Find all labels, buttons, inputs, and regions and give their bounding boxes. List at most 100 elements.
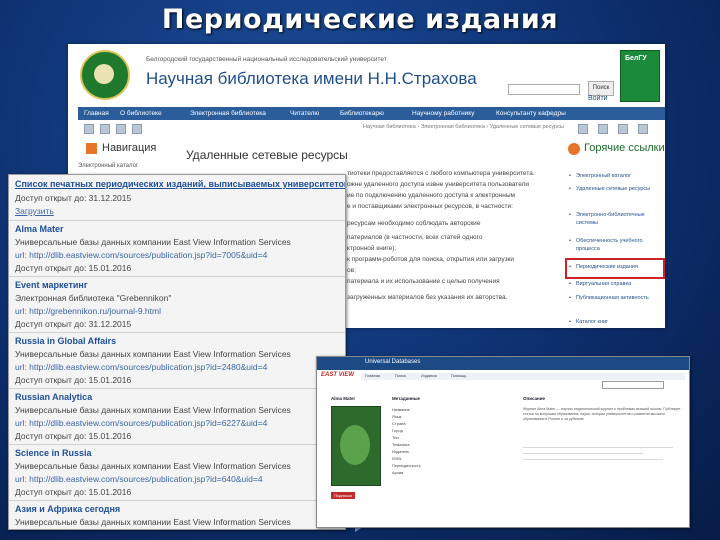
hot-link[interactable]: Удаленные сетевые ресурсы: [569, 185, 664, 193]
metadata-field: Страна: [392, 421, 406, 426]
close-icon[interactable]: [116, 124, 126, 134]
periodical-provider: Универсальные базы данных компании East …: [15, 405, 291, 415]
hot-link[interactable]: Электронный каталог: [569, 172, 664, 180]
eastview-search-input[interactable]: [602, 381, 664, 389]
eastview-screenshot: Universal Databases EAST VIEW Главная По…: [316, 356, 690, 528]
login-link[interactable]: Войти: [588, 95, 608, 102]
eastview-col-header: Метаданные: [392, 396, 421, 401]
access-date: Доступ открыт до: 31.12.2015: [15, 193, 132, 203]
sitemap-icon[interactable]: [100, 124, 110, 134]
metadata-field: Название: [392, 407, 410, 412]
eastview-nav-link[interactable]: Поиск: [395, 373, 406, 378]
divider: [9, 220, 345, 221]
eastview-logo-text: EAST VIEW: [321, 372, 355, 378]
print-icon[interactable]: [598, 124, 608, 134]
navigation-item[interactable]: Электронный каталог: [78, 163, 138, 169]
eastview-nav-link[interactable]: Издания: [421, 373, 437, 378]
hot-links-title: Горячие ссылки: [584, 142, 665, 154]
university-logo: БелГУ: [620, 50, 660, 102]
main-nav: Главная О библиотеке Электронная библиот…: [78, 107, 665, 120]
library-name: Научная библиотека имени Н.Н.Страхова: [146, 69, 477, 88]
search-button[interactable]: Поиск: [588, 81, 614, 96]
periodical-url[interactable]: url: http://dlib.eastview.com/sources/pu…: [15, 474, 263, 484]
eastview-col-header: Описание: [523, 396, 546, 401]
nav-item-about[interactable]: О библиотеке: [120, 107, 162, 120]
nav-item-researcher[interactable]: Научному работнику: [412, 107, 474, 120]
divider: [9, 388, 345, 389]
rss-icon[interactable]: [638, 124, 648, 134]
share-icon[interactable]: [618, 124, 628, 134]
periodical-provider: Универсальные базы данных компании East …: [15, 237, 291, 247]
hot-link[interactable]: Виртуальная справка: [569, 280, 664, 288]
eastview-logo: EAST VIEW: [319, 368, 359, 390]
eastview-nav-link[interactable]: Главная: [365, 373, 380, 378]
periodicals-list: Список печатных периодических изданий, в…: [8, 174, 346, 530]
divider: [9, 332, 345, 333]
toolbar: Научная библиотека › Электронная библиот…: [78, 123, 665, 134]
metadata-field: Город: [392, 428, 403, 433]
university-name: Белгородский государственный национальны…: [146, 56, 387, 63]
periodical-url[interactable]: url: http://grebennikon.ru/journal-9.htm…: [15, 306, 161, 316]
navigation-icon: [86, 143, 97, 154]
periodical-title[interactable]: Event маркетинг: [15, 280, 88, 290]
metadata-field: ISSN: [392, 456, 402, 461]
site-header: Белгородский государственный национальны…: [68, 44, 665, 102]
nav-item-department[interactable]: Консультанту кафедры: [496, 107, 566, 120]
content-line: патериалов (в частности, всех статей одн…: [347, 234, 483, 241]
periodical-url[interactable]: url: http://dlib.eastview.com/sources/pu…: [15, 250, 267, 260]
content-line: ов;: [347, 267, 356, 274]
eastview-top-bar: Universal Databases: [317, 357, 689, 370]
eastview-tab[interactable]: Universal Databases: [365, 359, 420, 365]
nav-item-elibrary[interactable]: Электронная библиотека: [190, 107, 266, 120]
metadata-field: Архив: [392, 470, 404, 475]
periodical-provider: Электронная библиотека "Grebennikon": [15, 293, 172, 303]
hot-link[interactable]: Электронно-библиотечные системы: [569, 211, 664, 227]
content-line: патериала и их использование с целью пол…: [347, 278, 500, 285]
breadcrumb: Научная библиотека › Электронная библиот…: [363, 124, 564, 130]
periodical-provider: Универсальные базы данных компании East …: [15, 349, 291, 359]
highlight-box: [565, 258, 665, 279]
mail-icon[interactable]: [132, 124, 142, 134]
content-line: е и поставщиками электронных ресурсов, в…: [347, 203, 513, 210]
access-date: Доступ открыт до: 15.01.2016: [15, 487, 132, 497]
hot-link[interactable]: Публикационная активность: [569, 294, 664, 302]
hot-links-icon: [568, 143, 580, 155]
eastview-nav-link[interactable]: Помощь: [451, 373, 466, 378]
download-link[interactable]: Загрузить: [15, 206, 54, 216]
content-title: Удаленные сетевые ресурсы: [186, 148, 348, 162]
nav-item-librarian[interactable]: Библиотекарю: [340, 107, 384, 120]
hot-link[interactable]: Каталог книг: [569, 318, 664, 326]
periodical-title[interactable]: Science in Russia: [15, 448, 92, 458]
font-size-icon[interactable]: [578, 124, 588, 134]
hot-link[interactable]: Обеспеченность учебного процесса: [569, 237, 664, 253]
metadata-field: Язык: [392, 414, 402, 419]
metadata-field: Тип: [392, 435, 399, 440]
divider: [9, 444, 345, 445]
page-title: Периодические издания: [161, 4, 559, 35]
nav-item-reader[interactable]: Читателю: [290, 107, 319, 120]
metadata-field: Издатель: [392, 449, 410, 454]
metadata-field: Тематика: [392, 442, 410, 447]
journal-cover: [331, 406, 381, 486]
home-icon[interactable]: [84, 124, 94, 134]
search-input[interactable]: [508, 84, 580, 95]
periodical-title[interactable]: Alma Mater: [15, 224, 64, 234]
periodical-title[interactable]: Russian Analytica: [15, 392, 92, 402]
periodical-title[interactable]: Азия и Африка сегодня: [15, 504, 120, 514]
periodical-url[interactable]: url: http://dlib.eastview.com/sources/pu…: [15, 418, 267, 428]
nav-item-home[interactable]: Главная: [84, 107, 109, 120]
periodical-url[interactable]: url: http://dlib.eastview.com/sources/pu…: [15, 362, 267, 372]
library-logo: [80, 50, 130, 100]
periodical-provider: Универсальные базы данных компании East …: [15, 461, 291, 471]
divider: [523, 453, 643, 454]
content-line: ресурсам необходимо соблюдать авторские: [347, 220, 481, 227]
eastview-col-header: Alma Mater: [331, 396, 356, 401]
subscribe-button[interactable]: Подписка: [331, 492, 355, 499]
content-line: загруженных материалов без указания их а…: [347, 294, 508, 301]
university-logo-text: БелГУ: [625, 55, 647, 62]
periodical-title[interactable]: Список печатных периодических изданий, в…: [15, 179, 345, 189]
content-line: тиотеки предоставляется с любого компьют…: [347, 170, 535, 177]
access-date: Доступ открыт до: 15.01.2016: [15, 375, 132, 385]
divider: [523, 459, 663, 460]
periodical-title[interactable]: Russia in Global Affairs: [15, 336, 116, 346]
